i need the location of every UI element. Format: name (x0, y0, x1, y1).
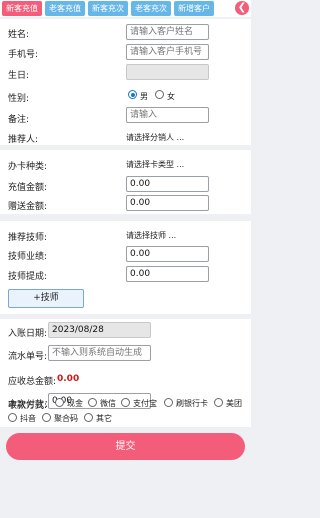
payment-method-meituan-radio[interactable] (214, 398, 223, 407)
total-due-label: 应收总金额: (8, 377, 57, 387)
technician-commission-input[interactable]: 0.00 (126, 266, 209, 282)
payment-method-douyin-radio[interactable] (8, 413, 17, 422)
tab-old-customer-count[interactable]: 老客充次 (131, 1, 171, 16)
note-label: 备注: (8, 115, 30, 125)
gift-amount-label: 赠送金额: (8, 202, 48, 212)
phone-input[interactable] (126, 44, 209, 60)
payment-method-cash-radio[interactable] (55, 398, 64, 407)
payment-method-meituan-label: 美团 (226, 399, 242, 408)
birthday-label: 生日: (8, 71, 30, 81)
recharge-amount-label: 充值金额: (8, 183, 48, 193)
entry-date-picker[interactable]: 2023/08/28 (48, 322, 151, 338)
payment-method-other-radio[interactable] (84, 413, 93, 422)
technician-select[interactable]: 请选择技师 ... (126, 230, 176, 241)
technician-label: 推荐技师: (8, 233, 48, 243)
add-technician-button[interactable]: +技师 (8, 289, 84, 308)
payment-method-alipay-radio[interactable] (121, 398, 130, 407)
payment-method-label: 收款方式: (8, 401, 48, 411)
phone-label: 手机号: (8, 50, 39, 60)
submit-button[interactable]: 提交 (6, 433, 245, 460)
tab-new-customer-recharge[interactable]: 新客充值 (2, 1, 42, 16)
payment-method-wechat-label: 微信 (100, 399, 116, 408)
payment-method-aggregate-label: 聚合码 (54, 414, 78, 423)
technician-commission-label: 技师提成: (8, 272, 48, 282)
tab-old-customer-recharge[interactable]: 老客充值 (45, 1, 85, 16)
payment-method-douyin-label: 抖音 (20, 414, 36, 423)
payment-methods: 收款方式: 现金 微信 支付宝 刷银行卡 美团 抖音 聚合码 其它 (0, 398, 251, 428)
chevron-left-icon[interactable]: ❮ (235, 1, 249, 15)
entry-date-label: 入账日期: (8, 329, 48, 339)
payment-method-cash-label: 现金 (67, 399, 83, 408)
bottom-area (0, 462, 251, 518)
note-input[interactable] (126, 107, 209, 123)
referrer-select[interactable]: 请选择分销人 ... (126, 132, 184, 143)
payment-method-wechat-radio[interactable] (88, 398, 97, 407)
card-type-select[interactable]: 请选择卡类型 ... (126, 159, 184, 170)
customer-info-section: 姓名: 手机号: 生日: 性别: 男 女 备注: 推荐人: 请选择分销人 ... (0, 19, 251, 145)
serial-number-input[interactable] (48, 345, 151, 361)
recharge-amount-input[interactable]: 0.00 (126, 176, 209, 192)
gender-male-label: 男 (140, 92, 148, 101)
card-type-section: 办卡种类: 请选择卡类型 ... 充值金额: 0.00 赠送金额: 0.00 (0, 150, 251, 214)
gender-female-label: 女 (167, 92, 175, 101)
gender-male-radio[interactable] (128, 90, 137, 99)
birthday-picker[interactable] (126, 64, 209, 80)
gift-amount-input[interactable]: 0.00 (126, 195, 209, 211)
technician-performance-label: 技师业绩: (8, 252, 48, 262)
tab-add-customer[interactable]: 新增客户 (174, 1, 214, 16)
gender-female-radio[interactable] (155, 90, 164, 99)
technician-performance-input[interactable]: 0.00 (126, 246, 209, 262)
payment-method-bankcard-radio[interactable] (164, 398, 173, 407)
total-due-value: 0.00 (57, 374, 80, 384)
gender-label: 性别: (8, 94, 30, 104)
tab-new-customer-count[interactable]: 新客充次 (88, 1, 128, 16)
payment-method-aggregate-radio[interactable] (42, 413, 51, 422)
payment-method-bankcard-label: 刷银行卡 (176, 399, 208, 408)
payment-method-other-label: 其它 (96, 414, 112, 423)
name-input[interactable] (126, 24, 209, 40)
serial-number-label: 流水单号: (8, 352, 48, 362)
technician-section: 推荐技师: 请选择技师 ... 技师业绩: 0.00 技师提成: 0.00 +技… (0, 221, 251, 314)
referrer-label: 推荐人: (8, 135, 39, 145)
name-label: 姓名: (8, 30, 30, 40)
payment-method-alipay-label: 支付宝 (133, 399, 157, 408)
card-type-label: 办卡种类: (8, 162, 48, 172)
top-tab-bar: 新客充值 老客充值 新客充次 老客充次 新增客户 ❮ (0, 0, 251, 17)
